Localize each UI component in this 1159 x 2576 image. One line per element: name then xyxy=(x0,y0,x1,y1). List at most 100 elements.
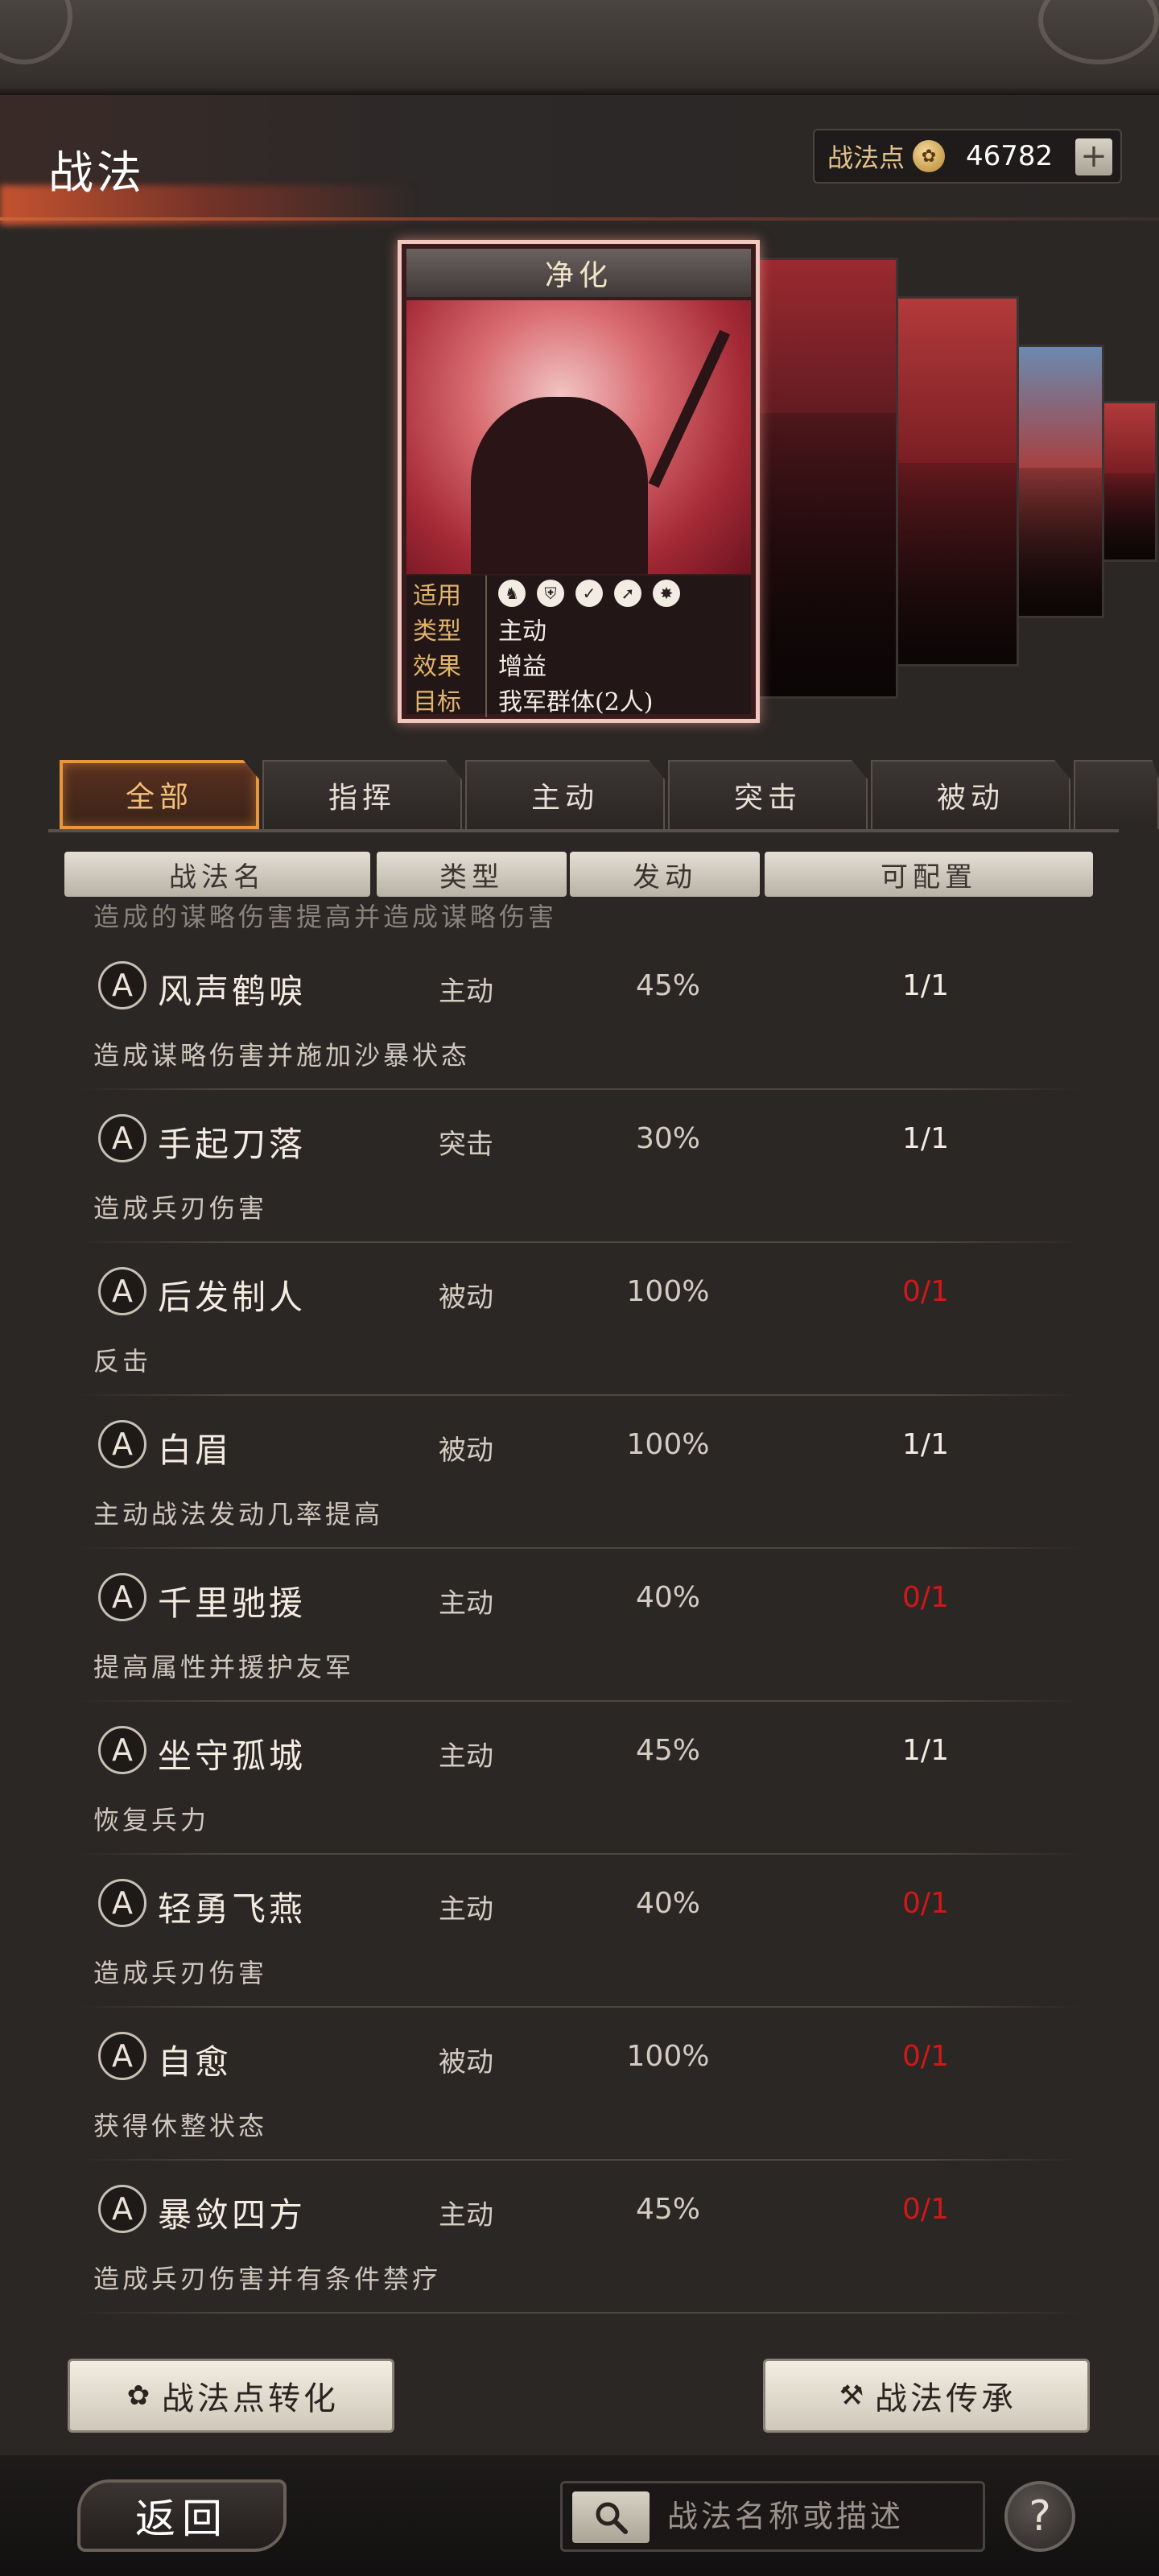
skill-config-count: 0/1 xyxy=(902,2040,949,2073)
skill-config-count: 1/1 xyxy=(902,1122,949,1155)
card-info-value: 我军群体(2人) xyxy=(498,688,654,716)
skill-type: 被动 xyxy=(439,1282,493,1314)
skill-name: 风声鹤唳 xyxy=(158,972,307,1011)
skill-config-count: 0/1 xyxy=(902,2193,949,2226)
skill-description: 造成兵刃伤害 xyxy=(93,1193,268,1224)
feather-coin-icon: ✿ xyxy=(913,140,946,172)
feather-icon: ✿ xyxy=(126,2380,154,2412)
tab-assault[interactable]: 突击 xyxy=(668,760,868,829)
skill-row[interactable]: A 风声鹤唳 主动 45% 1/1 造成谋略伤害并施加沙暴状态 xyxy=(0,937,1159,1090)
skill-name: 坐守孤城 xyxy=(158,1736,307,1776)
skill-card-carousel[interactable]: 净化 适用 ♞ ⛨ ✓ ➚ ✸ 类型 主动 效果 增益 目标 我军群体(2人) xyxy=(0,225,1159,741)
card-info-key: 效果 xyxy=(406,646,487,682)
tab-passive[interactable]: 被动 xyxy=(871,760,1070,829)
grade-badge: A xyxy=(98,1726,146,1774)
skill-trigger-rate: 45% xyxy=(635,1734,700,1767)
tab-active[interactable]: 主动 xyxy=(465,760,665,829)
skill-trigger-rate: 45% xyxy=(635,2193,700,2226)
hammer-icon: ⚒ xyxy=(839,2380,868,2412)
skill-row[interactable]: A 手起刀落 突击 30% 1/1 造成兵刃伤害 xyxy=(0,1090,1159,1243)
list-item-desc-cutoff: 造成的谋略伤害提高并造成谋略伤害 xyxy=(93,902,558,932)
skill-row[interactable]: A 轻勇飞燕 主动 40% 0/1 造成兵刃伤害 xyxy=(0,1855,1159,2008)
skill-name: 自愈 xyxy=(158,2042,233,2082)
search-button[interactable] xyxy=(572,2491,650,2543)
card-info-row: 适用 ♞ ⛨ ✓ ➚ ✸ xyxy=(406,576,751,611)
skill-card-back-2[interactable] xyxy=(893,296,1019,667)
skill-trigger-rate: 40% xyxy=(635,1887,700,1920)
skill-trigger-rate: 30% xyxy=(635,1122,700,1155)
category-tabs: 全部 指挥 主动 突击 被动 xyxy=(56,760,1159,832)
grade-badge: A xyxy=(98,1573,146,1621)
skill-config-count: 1/1 xyxy=(902,1428,949,1461)
points-value: 46782 xyxy=(966,140,1054,172)
skill-type: 主动 xyxy=(439,976,493,1008)
column-header-type[interactable]: 类型 xyxy=(377,852,567,897)
back-button[interactable]: 返回 xyxy=(77,2479,287,2552)
tab-command[interactable]: 指挥 xyxy=(262,760,462,829)
skill-trigger-rate: 100% xyxy=(626,2040,710,2073)
grade-badge: A xyxy=(98,2185,146,2233)
skill-row[interactable]: A 暴敛四方 主动 45% 0/1 造成兵刃伤害并有条件禁疗 xyxy=(0,2161,1159,2314)
chariot-icon: ✸ xyxy=(653,580,680,607)
card-info-key: 适用 xyxy=(406,576,487,611)
skill-card-back-3[interactable] xyxy=(1016,345,1104,618)
cloud-ornament xyxy=(0,0,72,64)
bow-icon: ✓ xyxy=(575,580,603,607)
skill-description: 提高属性并援护友军 xyxy=(93,1652,355,1682)
skill-type: 主动 xyxy=(439,1740,493,1773)
skill-name: 手起刀落 xyxy=(158,1125,307,1164)
inherit-skill-button[interactable]: ⚒ 战法传承 xyxy=(763,2359,1090,2433)
skill-card-back-4[interactable] xyxy=(1099,401,1157,562)
skill-row[interactable]: A 自愈 被动 100% 0/1 获得休整状态 xyxy=(0,2008,1159,2161)
cavalry-icon: ♞ xyxy=(498,580,526,607)
skill-trigger-rate: 40% xyxy=(635,1581,700,1614)
cloud-ornament xyxy=(1038,0,1159,64)
tab-all[interactable]: 全部 xyxy=(60,760,259,829)
grade-badge: A xyxy=(98,1420,146,1468)
column-header-config[interactable]: 可配置 xyxy=(765,852,1093,897)
skill-row[interactable]: A 白眉 被动 100% 1/1 主动战法发动几率提高 xyxy=(0,1396,1159,1549)
skill-name: 轻勇飞燕 xyxy=(158,1889,307,1929)
skill-config-count: 0/1 xyxy=(902,1581,949,1614)
skill-config-count: 0/1 xyxy=(902,1887,949,1920)
search-input[interactable] xyxy=(667,2483,973,2549)
convert-points-label: 战法点转化 xyxy=(162,2380,339,2417)
card-info-row: 类型 主动 xyxy=(406,611,751,646)
skill-card-back-1[interactable] xyxy=(757,258,898,699)
skill-row[interactable]: A 坐守孤城 主动 45% 1/1 恢复兵力 xyxy=(0,1702,1159,1855)
skill-name: 白眉 xyxy=(158,1430,233,1470)
skill-description: 造成兵刃伤害并有条件禁疗 xyxy=(93,2264,442,2294)
skill-row[interactable]: A 千里驰援 主动 40% 0/1 提高属性并援护友军 xyxy=(0,1549,1159,1702)
skill-list[interactable]: 造成的谋略伤害提高并造成谋略伤害 A 风声鹤唳 主动 45% 1/1 造成谋略伤害并施加沙… xyxy=(0,902,1159,2334)
header-divider xyxy=(0,217,1159,221)
column-header-name[interactable]: 战法名 xyxy=(64,852,370,897)
card-info-key: 目标 xyxy=(406,682,487,717)
skill-description: 主动战法发动几率提高 xyxy=(93,1499,384,1530)
featured-skill-card[interactable]: 净化 适用 ♞ ⛨ ✓ ➚ ✸ 类型 主动 效果 增益 目标 我军群体(2人) xyxy=(398,240,760,723)
skill-trigger-rate: 100% xyxy=(626,1275,710,1308)
spear-icon: ➚ xyxy=(614,580,641,607)
skill-name: 后发制人 xyxy=(158,1278,307,1317)
grade-badge: A xyxy=(98,1114,146,1162)
skill-trigger-rate: 45% xyxy=(635,969,700,1002)
card-info-row: 效果 增益 xyxy=(406,646,751,682)
shield-icon: ⛨ xyxy=(537,580,564,607)
column-header-rate[interactable]: 发动 xyxy=(570,852,760,897)
card-title: 净化 xyxy=(406,249,751,297)
convert-points-button[interactable]: ✿ 战法点转化 xyxy=(68,2359,394,2433)
skill-config-count: 1/1 xyxy=(902,1734,949,1767)
sword-silhouette xyxy=(648,329,731,488)
grade-badge: A xyxy=(98,1879,146,1927)
skill-description: 获得休整状态 xyxy=(93,2111,268,2141)
skill-description: 反击 xyxy=(93,1346,152,1377)
skill-type: 被动 xyxy=(439,2046,493,2079)
skill-row[interactable]: A 后发制人 被动 100% 0/1 反击 xyxy=(0,1243,1159,1396)
skill-config-count: 0/1 xyxy=(902,1275,949,1308)
help-button[interactable]: ? xyxy=(1004,2481,1075,2552)
grade-badge: A xyxy=(98,2032,146,2080)
grade-badge: A xyxy=(98,961,146,1009)
inherit-skill-label: 战法传承 xyxy=(875,2380,1017,2417)
add-points-button[interactable]: + xyxy=(1075,138,1112,175)
tab-more[interactable] xyxy=(1074,760,1159,829)
points-label: 战法点 xyxy=(827,142,905,173)
